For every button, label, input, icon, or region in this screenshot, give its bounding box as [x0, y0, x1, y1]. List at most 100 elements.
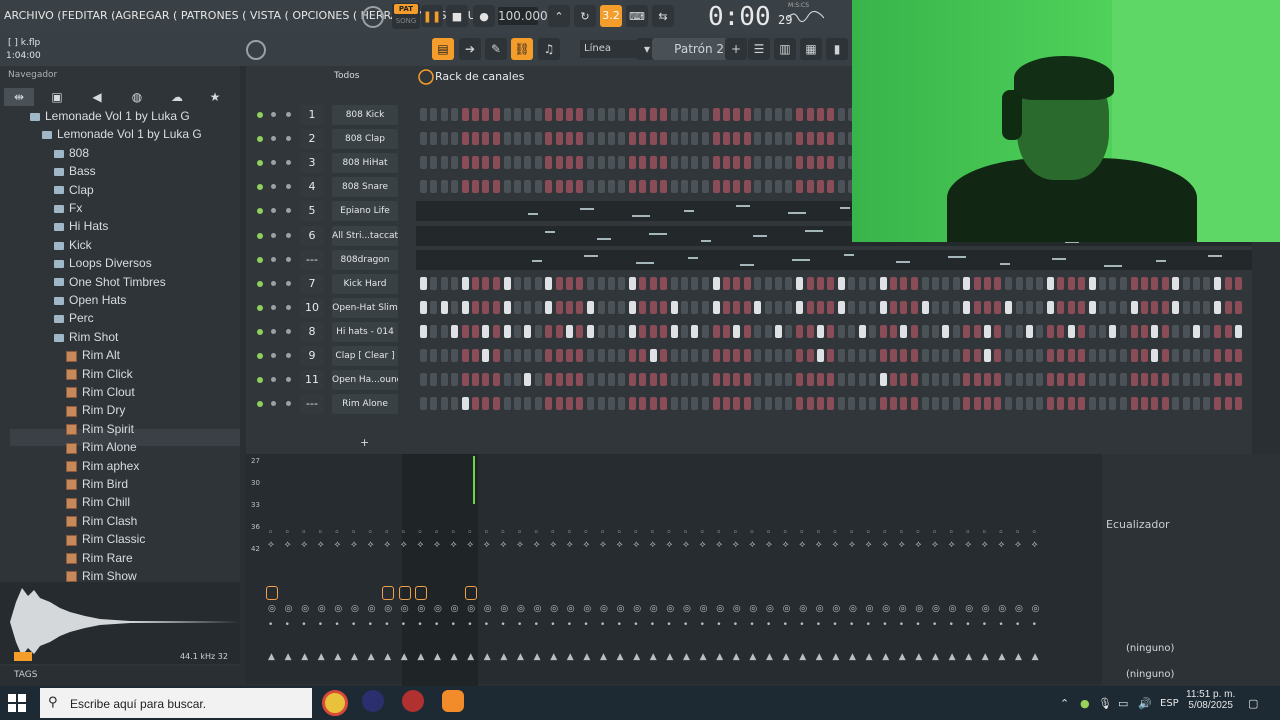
step-pad[interactable] [796, 276, 804, 290]
step-pad[interactable] [1172, 300, 1180, 314]
step-pad[interactable] [942, 349, 950, 362]
step-pad[interactable] [576, 180, 584, 194]
step-pad[interactable] [1057, 300, 1065, 314]
step-pad[interactable] [524, 276, 532, 290]
track-route-button[interactable]: ◎ [567, 604, 575, 614]
step-pad[interactable] [942, 324, 950, 338]
step-pad[interactable] [900, 349, 908, 362]
step-pad[interactable] [1109, 349, 1117, 362]
step-pad[interactable] [566, 132, 573, 146]
step-pad[interactable] [566, 397, 573, 411]
notifications-icon[interactable]: ▢ [1248, 697, 1258, 710]
track-route-button[interactable]: ◎ [617, 604, 625, 614]
channel-name-button[interactable]: 808 Clap [332, 129, 398, 150]
track-stereo-icon[interactable]: ⟡ [633, 540, 639, 550]
step-pad[interactable] [450, 349, 458, 362]
step-pad[interactable] [754, 108, 762, 121]
step-pad[interactable] [775, 324, 782, 338]
track-stereo-icon[interactable]: ⟡ [982, 540, 988, 550]
step-pad[interactable] [1057, 349, 1065, 362]
track-send-arrow[interactable]: ▲ [633, 652, 640, 662]
step-pad[interactable] [576, 108, 584, 121]
step-pad[interactable] [858, 397, 866, 411]
step-pad[interactable] [1067, 397, 1075, 411]
track-stereo-icon[interactable]: ⟡ [932, 540, 938, 550]
step-pad[interactable] [1109, 397, 1117, 411]
track-route-button[interactable]: ◎ [434, 604, 442, 614]
step-pad[interactable] [1057, 276, 1065, 290]
step-pad[interactable] [555, 397, 563, 411]
stop-button[interactable]: ■ [446, 5, 468, 27]
step-pad[interactable] [1130, 349, 1138, 362]
track-pan-knob[interactable]: ◦ [517, 528, 522, 538]
step-pad[interactable] [587, 324, 595, 338]
step-pad[interactable] [513, 349, 521, 362]
step-pad[interactable] [503, 132, 511, 146]
step-pad[interactable] [806, 132, 814, 146]
track-pan-knob[interactable]: ◦ [766, 528, 771, 538]
channel-knob[interactable] [271, 280, 276, 286]
step-pad[interactable] [461, 180, 469, 194]
step-pad[interactable] [754, 300, 762, 314]
step-pad[interactable] [420, 300, 427, 314]
track-stereo-icon[interactable]: ⟡ [816, 540, 822, 550]
track-pan-knob[interactable]: ◦ [633, 528, 638, 538]
step-pad[interactable] [733, 324, 741, 338]
track-pan-knob[interactable]: ◦ [318, 528, 323, 538]
step-pad[interactable] [524, 373, 532, 387]
step-pad[interactable] [858, 349, 866, 362]
step-pad[interactable] [555, 156, 563, 170]
step-pad[interactable] [513, 276, 521, 290]
track-stereo-icon[interactable]: ⟡ [866, 540, 872, 550]
effect-slot-1[interactable]: (ninguno) [1106, 640, 1276, 658]
step-pad[interactable] [796, 373, 804, 387]
step-pad[interactable] [420, 108, 427, 121]
step-pad[interactable] [587, 132, 595, 146]
step-pad[interactable] [973, 300, 981, 314]
track-pan-knob[interactable]: ◦ [949, 528, 954, 538]
step-pad[interactable] [796, 132, 804, 146]
pause-button[interactable]: ❚❚ [421, 5, 443, 27]
step-pad[interactable] [555, 276, 563, 290]
track-send-arrow[interactable]: ▲ [716, 652, 723, 662]
track-pan-knob[interactable]: ◦ [301, 528, 306, 538]
step-pad[interactable] [555, 324, 563, 338]
track-route-button[interactable]: ◎ [417, 604, 425, 614]
track-send-arrow[interactable]: ▲ [517, 652, 524, 662]
track-pan-knob[interactable]: ◦ [915, 528, 920, 538]
step-pad[interactable] [838, 300, 845, 314]
track-led[interactable]: • [650, 620, 655, 630]
track-pan-knob[interactable]: ◦ [583, 528, 588, 538]
step-pad[interactable] [440, 373, 448, 387]
step-pad[interactable] [827, 300, 835, 314]
step-pad[interactable] [461, 373, 469, 387]
step-pad[interactable] [1203, 300, 1211, 314]
step-pad[interactable] [910, 300, 918, 314]
step-pad[interactable] [1077, 397, 1085, 411]
step-pad[interactable] [806, 300, 814, 314]
track-route-button[interactable]: ◎ [1015, 604, 1023, 614]
track-stereo-icon[interactable]: ⟡ [666, 540, 672, 550]
step-pad[interactable] [963, 300, 971, 314]
track-send-arrow[interactable]: ▲ [700, 652, 707, 662]
step-pad[interactable] [607, 132, 615, 146]
step-pad[interactable] [816, 373, 824, 387]
step-pad[interactable] [984, 324, 991, 338]
step-pad[interactable] [691, 180, 699, 194]
track-led[interactable]: • [301, 620, 306, 630]
step-pad[interactable] [785, 324, 793, 338]
track-led[interactable]: • [484, 620, 489, 630]
step-pad[interactable] [712, 156, 720, 170]
track-pan-knob[interactable]: ◦ [716, 528, 721, 538]
step-pad[interactable] [816, 132, 824, 146]
track-send-arrow[interactable]: ▲ [451, 652, 458, 662]
step-pad[interactable] [1161, 276, 1169, 290]
step-pad[interactable] [691, 108, 699, 121]
step-pad[interactable] [1193, 300, 1200, 314]
step-pad[interactable] [607, 156, 615, 170]
track-pan-knob[interactable]: ◦ [1015, 528, 1020, 538]
app-icon[interactable] [402, 690, 424, 712]
step-pad[interactable] [472, 156, 480, 170]
step-pad[interactable] [1036, 300, 1044, 314]
browser-folder[interactable]: Open Hats [54, 293, 126, 307]
